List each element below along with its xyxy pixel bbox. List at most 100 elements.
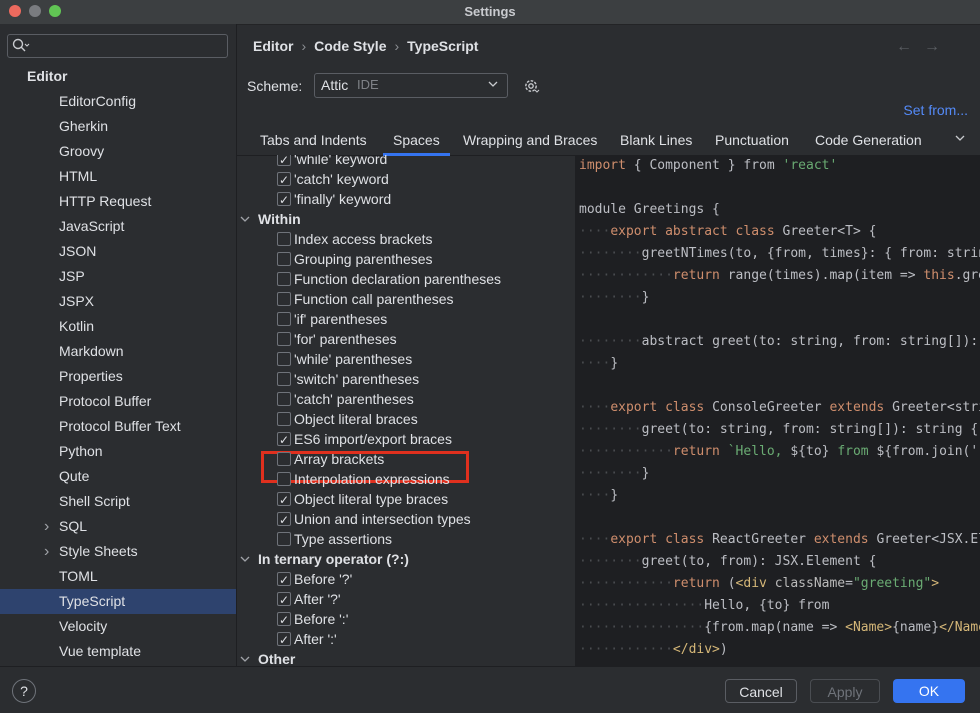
- code-token: ): [719, 642, 728, 657]
- code-token: ················: [579, 598, 705, 613]
- code-token: greet(to, from): JSX.Element {: [641, 554, 877, 569]
- help-button[interactable]: ?: [12, 679, 36, 703]
- code-token: ········: [579, 246, 642, 261]
- sidebar-item-http-request[interactable]: HTTP Request: [0, 189, 236, 214]
- sidebar-item-gherkin[interactable]: Gherkin: [0, 114, 236, 139]
- code-token: ConsoleGreeter: [712, 400, 830, 415]
- sidebar-item-kotlin[interactable]: Kotlin: [0, 314, 236, 339]
- chevron-right-icon[interactable]: ›: [44, 514, 49, 539]
- tab-tabs-and-indents[interactable]: Tabs and Indents: [260, 132, 367, 148]
- checkbox[interactable]: [277, 155, 291, 170]
- option-label: Before ':': [294, 611, 349, 627]
- checkbox[interactable]: [277, 472, 291, 486]
- tab-blank-lines[interactable]: Blank Lines: [620, 132, 692, 148]
- sidebar-item-jsp[interactable]: JSP: [0, 264, 236, 289]
- checkbox[interactable]: [277, 190, 291, 210]
- set-from-link[interactable]: Set from...: [903, 102, 968, 118]
- code-token: >: [931, 576, 940, 591]
- more-tabs-chevron-icon[interactable]: [954, 132, 966, 144]
- code-token: .gre: [954, 268, 980, 283]
- checkbox[interactable]: [277, 372, 291, 386]
- sidebar-item-toml[interactable]: TOML: [0, 564, 236, 589]
- code-preview: import { Component } from 'react' module …: [576, 155, 980, 666]
- scheme-kind: IDE: [357, 77, 379, 92]
- sidebar-item-groovy[interactable]: Groovy: [0, 139, 236, 164]
- settings-search-input[interactable]: [7, 34, 228, 58]
- code-token: module Greetings {: [579, 202, 720, 217]
- sidebar-item-typescript[interactable]: TypeScript: [0, 589, 236, 614]
- sidebar-item-markdown[interactable]: Markdown: [0, 339, 236, 364]
- back-arrow-icon[interactable]: ←: [896, 38, 924, 55]
- breadcrumb-item[interactable]: Code Style: [314, 38, 386, 54]
- checkbox[interactable]: [277, 392, 291, 406]
- tab-spaces[interactable]: Spaces: [383, 132, 450, 156]
- checkbox[interactable]: [277, 292, 291, 306]
- sidebar-item-html[interactable]: HTML: [0, 164, 236, 189]
- sidebar-item-editor[interactable]: Editor: [0, 64, 236, 89]
- breadcrumb-item[interactable]: TypeScript: [407, 38, 478, 54]
- code-token: ····: [579, 356, 611, 371]
- tab-wrapping-and-braces[interactable]: Wrapping and Braces: [463, 132, 597, 148]
- sidebar-item-javascript[interactable]: JavaScript: [0, 214, 236, 239]
- sidebar-item-velocity[interactable]: Velocity: [0, 614, 236, 639]
- forward-arrow-icon[interactable]: →: [924, 38, 952, 55]
- sidebar-item-label: Qute: [59, 468, 90, 484]
- sidebar-item-python[interactable]: Python: [0, 439, 236, 464]
- breadcrumb-item[interactable]: Editor: [253, 38, 293, 54]
- ok-button[interactable]: OK: [893, 679, 965, 703]
- checkbox[interactable]: [277, 352, 291, 366]
- sidebar-item-jspx[interactable]: JSPX: [0, 289, 236, 314]
- sidebar-item-label: Shell Script: [59, 493, 130, 509]
- checkbox[interactable]: [277, 332, 291, 346]
- sidebar-item-style-sheets[interactable]: › Style Sheets: [0, 539, 236, 564]
- sidebar-item-label: Properties: [59, 368, 123, 384]
- gear-icon[interactable]: [522, 77, 540, 95]
- code-token: ····: [579, 400, 611, 415]
- code-line: ················{from.map(name => <Name>…: [579, 617, 980, 639]
- sidebar-item-editorconfig[interactable]: EditorConfig: [0, 89, 236, 114]
- code-token: range(times).map(item =>: [727, 268, 924, 283]
- checkbox[interactable]: [277, 252, 291, 266]
- checkbox[interactable]: [277, 412, 291, 426]
- code-line: ····export class ReactGreeter extends Gr…: [579, 529, 980, 551]
- option-label: Type assertions: [294, 531, 393, 547]
- sidebar-item-protocol-buffer[interactable]: Protocol Buffer: [0, 389, 236, 414]
- code-token: ········: [579, 290, 642, 305]
- checkbox[interactable]: [277, 452, 291, 466]
- scheme-dropdown[interactable]: Attic IDE: [314, 73, 508, 98]
- sidebar-item-sql[interactable]: › SQL: [0, 514, 236, 539]
- checkbox[interactable]: [277, 510, 291, 530]
- checkbox[interactable]: [277, 490, 291, 510]
- sidebar-item-label: Kotlin: [59, 318, 95, 334]
- checkbox[interactable]: [277, 570, 291, 590]
- tab-punctuation[interactable]: Punctuation: [715, 132, 789, 148]
- code-line: ············return `Hello, ${to} from ${…: [579, 441, 978, 463]
- checkbox[interactable]: [277, 430, 291, 450]
- checkbox[interactable]: [277, 272, 291, 286]
- sidebar-item-label: Style Sheets: [59, 543, 138, 559]
- code-token: ············: [579, 642, 673, 657]
- sidebar-item-vue-template[interactable]: Vue template: [0, 639, 236, 664]
- apply-button[interactable]: Apply: [810, 679, 880, 703]
- tab-code-generation[interactable]: Code Generation: [815, 132, 922, 148]
- checkbox[interactable]: [277, 590, 291, 610]
- chevron-right-icon[interactable]: ›: [44, 539, 49, 564]
- checkbox[interactable]: [277, 312, 291, 326]
- code-token: return: [672, 444, 728, 459]
- code-token: {from.map(name =>: [704, 620, 846, 635]
- checkbox[interactable]: [277, 630, 291, 650]
- checkbox[interactable]: [277, 610, 291, 630]
- chevron-down-icon: [240, 216, 250, 222]
- checkbox[interactable]: [277, 170, 291, 190]
- sidebar-item-qute[interactable]: Qute: [0, 464, 236, 489]
- sidebar-item-properties[interactable]: Properties: [0, 364, 236, 389]
- code-token: ····: [579, 224, 611, 239]
- code-token: ········: [579, 334, 642, 349]
- scheme-label: Scheme:: [247, 78, 303, 94]
- sidebar-item-json[interactable]: JSON: [0, 239, 236, 264]
- cancel-button[interactable]: Cancel: [725, 679, 797, 703]
- sidebar-item-protocol-buffer-text[interactable]: Protocol Buffer Text: [0, 414, 236, 439]
- checkbox[interactable]: [277, 532, 291, 546]
- sidebar-item-shell-script[interactable]: Shell Script: [0, 489, 236, 514]
- checkbox[interactable]: [277, 232, 291, 246]
